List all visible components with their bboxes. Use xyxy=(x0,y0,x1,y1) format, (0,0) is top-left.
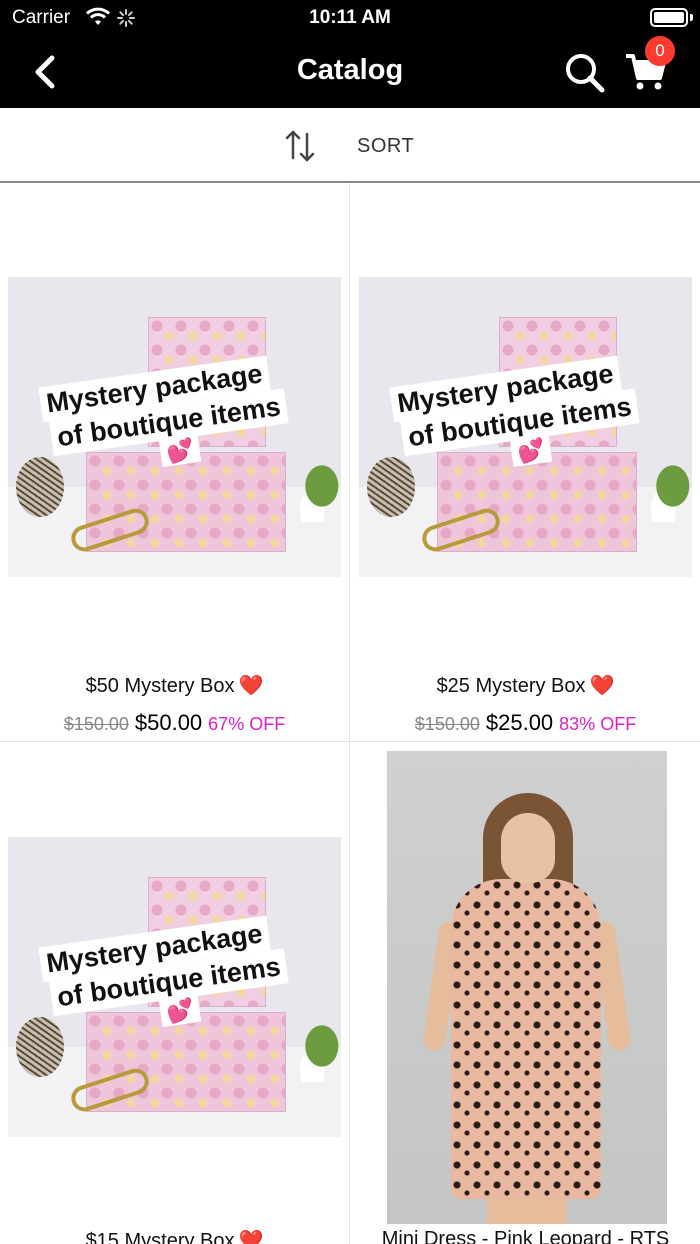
heart-emoji: ❤️ xyxy=(238,1230,264,1244)
sort-arrows-icon[interactable] xyxy=(284,128,316,164)
cart-count-badge: 0 xyxy=(645,36,675,66)
sort-bar[interactable]: SORT xyxy=(0,108,700,183)
product-image[interactable] xyxy=(387,751,667,1224)
sort-button-label[interactable]: SORT xyxy=(357,135,414,158)
discount-label: 67% OFF xyxy=(208,714,286,734)
leopard-dress-image xyxy=(451,879,601,1199)
battery-icon xyxy=(650,8,688,27)
hearts-emoji: 💕 xyxy=(158,435,202,468)
hearts-emoji: 💕 xyxy=(509,435,553,468)
product-prices: $150.00 $25.00 83% OFF xyxy=(351,710,700,736)
product-name[interactable]: $50 Mystery Box ❤️ xyxy=(0,673,349,698)
product-image[interactable]: Mystery package of boutique items 💕 xyxy=(359,277,692,577)
product-name[interactable]: Mini Dress - Pink Leopard - RTS xyxy=(351,1228,700,1244)
sale-price: $25.00 xyxy=(485,710,554,735)
heart-emoji: ❤️ xyxy=(238,675,264,697)
search-icon[interactable] xyxy=(562,50,606,94)
product-card[interactable]: Mini Dress - Pink Leopard - RTS xyxy=(351,743,700,1244)
sale-price: $50.00 xyxy=(134,710,203,735)
nav-bar: Catalog 0 xyxy=(0,36,700,108)
product-card[interactable]: Mystery package of boutique items 💕 $50 … xyxy=(0,183,349,741)
product-image[interactable]: Mystery package of boutique items 💕 xyxy=(8,277,341,577)
hearts-emoji: 💕 xyxy=(158,995,202,1028)
grid-divider-horizontal xyxy=(0,741,700,742)
product-image[interactable]: Mystery package of boutique items 💕 xyxy=(8,837,341,1137)
original-price: $150.00 xyxy=(63,714,129,734)
status-bar: Carrier 10:11 AM xyxy=(0,0,700,36)
status-time: 10:11 AM xyxy=(309,7,391,28)
product-name[interactable]: $15 Mystery Box ❤️ xyxy=(0,1228,349,1244)
grid-divider-vertical xyxy=(349,183,350,1244)
product-card[interactable]: Mystery package of boutique items 💕 $15 … xyxy=(0,743,349,1244)
product-card[interactable]: Mystery package of boutique items 💕 $25 … xyxy=(351,183,700,741)
battery-tip xyxy=(690,14,693,21)
top-bar: Carrier 10:11 AM Catalog 0 xyxy=(0,0,700,108)
discount-label: 83% OFF xyxy=(559,714,637,734)
product-prices: $150.00 $50.00 67% OFF xyxy=(0,710,349,736)
product-grid: Mystery package of boutique items 💕 $50 … xyxy=(0,183,700,1244)
product-name[interactable]: $25 Mystery Box ❤️ xyxy=(351,673,700,698)
original-price: $150.00 xyxy=(414,714,480,734)
heart-emoji: ❤️ xyxy=(589,675,615,697)
